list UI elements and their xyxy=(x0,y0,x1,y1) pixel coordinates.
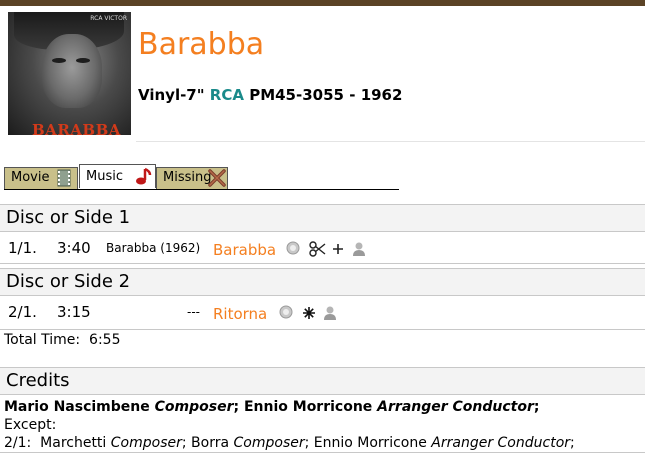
credits-heading: Credits xyxy=(0,367,645,395)
person-icon[interactable] xyxy=(351,241,367,257)
credit-name: Ennio Morricone xyxy=(313,435,427,451)
credits-except: Except: xyxy=(4,417,57,433)
release-label[interactable]: RCA xyxy=(210,86,244,104)
credit-sep: ; xyxy=(533,399,540,415)
track-note: --- xyxy=(187,305,200,319)
cover-logo: RCA VICTOR xyxy=(90,15,127,22)
credit-sep: ; xyxy=(304,435,310,451)
credit-sep: ; xyxy=(570,435,575,451)
cover-eye-left xyxy=(52,58,66,63)
tab-music[interactable]: Music xyxy=(79,164,156,188)
search-icon[interactable] xyxy=(279,305,295,321)
release-year: 1962 xyxy=(360,86,403,104)
credits-divider xyxy=(0,452,645,453)
cover-title: BARABBA xyxy=(32,121,121,135)
album-cover: RCA VICTOR BARABBA xyxy=(8,12,131,135)
credit-name: Marchetti xyxy=(40,435,107,451)
release-format: Vinyl-7" xyxy=(138,86,205,104)
credit-role: Composer xyxy=(110,435,182,451)
credit-role: Composer xyxy=(233,435,305,451)
cover-face xyxy=(42,34,102,108)
track-number: 2/1. xyxy=(8,303,37,321)
credit-role: Arranger Conductor xyxy=(377,399,534,415)
credit-name: Borra xyxy=(191,435,230,451)
plus-icon[interactable] xyxy=(331,242,345,256)
track-number: 1/1. xyxy=(8,239,37,257)
asterisk-icon[interactable] xyxy=(302,306,316,320)
track-title-link[interactable]: Barabba xyxy=(213,241,276,259)
cross-icon xyxy=(208,169,226,187)
tab-missing-label: Missing xyxy=(163,170,212,185)
search-icon[interactable] xyxy=(286,241,302,257)
credits-track-specific: 2/1: Marchetti Composer; Borra Composer;… xyxy=(4,435,575,451)
credits-main: Mario Nascimbene Composer; Ennio Morrico… xyxy=(4,399,540,415)
header-divider xyxy=(136,141,645,142)
credit-role: Arranger Conductor xyxy=(431,435,571,451)
track-row: 2/1. 3:15 --- Ritorna xyxy=(0,296,645,330)
track-time: 3:40 xyxy=(57,239,91,257)
credit-name: Ennio Morricone xyxy=(243,399,373,415)
top-bar xyxy=(0,0,645,6)
credit-prefix: 2/1: xyxy=(4,435,32,451)
tab-underline xyxy=(4,189,399,190)
track-title-link[interactable]: Ritorna xyxy=(213,305,267,323)
tab-movie[interactable]: Movie xyxy=(4,167,78,189)
total-time-value: 6:55 xyxy=(89,332,121,348)
tab-music-label: Music xyxy=(86,169,123,184)
credit-sep: ; xyxy=(233,399,240,415)
music-note-icon xyxy=(136,167,152,185)
side-1-heading: Disc or Side 1 xyxy=(0,204,645,232)
credit-role: Composer xyxy=(154,399,234,415)
album-title: Barabba xyxy=(138,27,265,62)
track-time: 3:15 xyxy=(57,303,91,321)
person-icon[interactable] xyxy=(322,305,338,321)
side-2-heading: Disc or Side 2 xyxy=(0,268,645,296)
total-time: Total Time: 6:55 xyxy=(4,332,120,348)
release-info: Vinyl-7" RCA PM45-3055 - 1962 xyxy=(138,86,402,104)
tab-missing[interactable]: Missing xyxy=(156,167,228,189)
scissors-icon[interactable] xyxy=(309,241,327,257)
cover-eye-right xyxy=(76,58,90,63)
film-icon xyxy=(57,169,71,187)
total-time-label: Total Time: xyxy=(4,332,81,348)
track-row: 1/1. 3:40 Barabba (1962) Barabba xyxy=(0,232,645,264)
credit-name: Mario Nascimbene xyxy=(4,399,150,415)
release-separator: - xyxy=(349,86,356,104)
credit-sep: ; xyxy=(181,435,187,451)
track-note: Barabba (1962) xyxy=(106,241,201,255)
release-catalog: PM45-3055 xyxy=(249,86,344,104)
tab-movie-label: Movie xyxy=(11,170,50,185)
